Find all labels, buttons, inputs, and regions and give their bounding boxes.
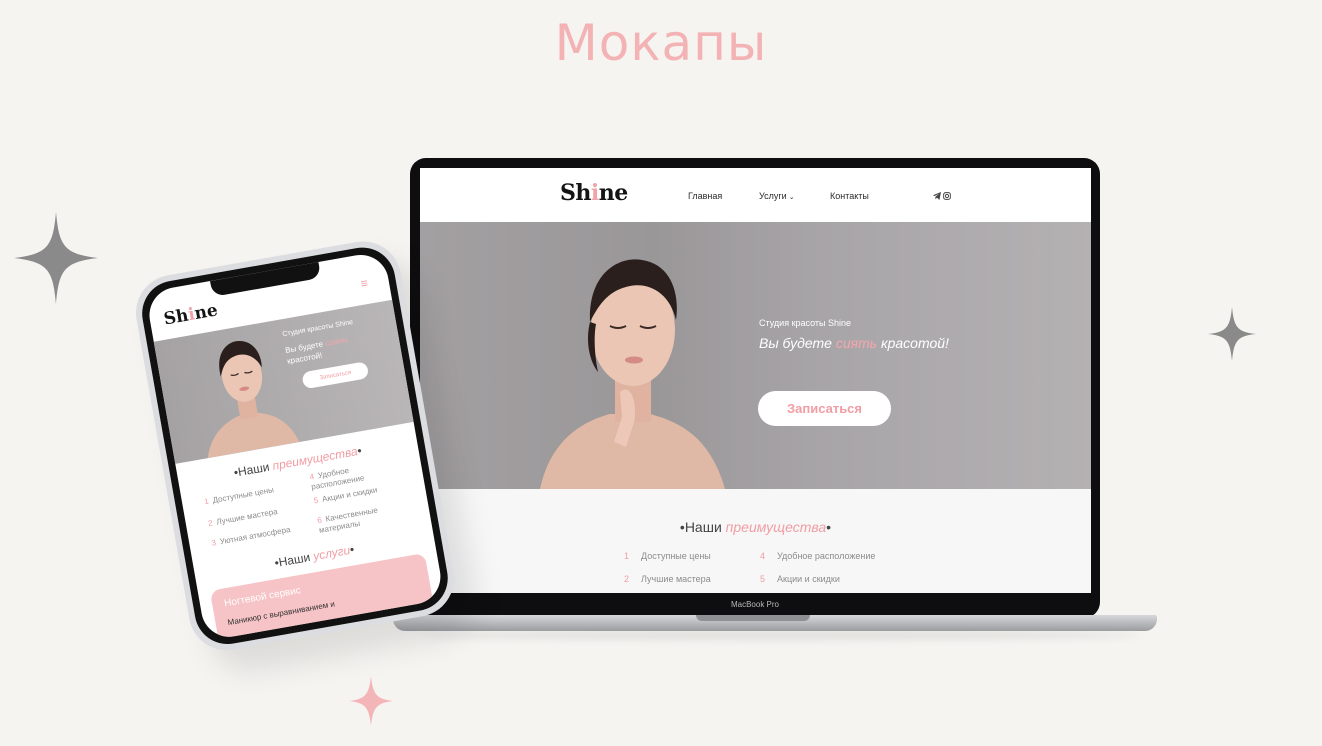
laptop-screen: Shine Главная Услуги ⌄ Контакты Студия кр… [420, 168, 1091, 593]
phone-signup-button[interactable]: Записаться [301, 361, 370, 390]
hero-banner: Студия красоты Shine Вы будете сиять кра… [420, 222, 1091, 489]
signup-button[interactable]: Записаться [758, 391, 891, 426]
phone-logo[interactable]: Shine [162, 300, 219, 329]
hero-photo [540, 259, 725, 489]
site-logo[interactable]: Shine [560, 180, 628, 206]
advantages-title: •Наши преимущества• [679, 519, 832, 535]
laptop-brand-label: MacBook Pro [730, 600, 780, 609]
instagram-icon[interactable] [943, 192, 951, 200]
advantage-item: 5 Акции и скидки [760, 574, 840, 584]
laptop-shadow [420, 630, 1140, 640]
page-title: Мокапы [554, 14, 768, 72]
hero-title: Вы будете сиять красотой! [759, 335, 949, 351]
advantage-item: 1 Доступные цены [203, 485, 275, 507]
advantage-item: 2 Лучшие мастера [624, 574, 711, 584]
telegram-icon[interactable] [933, 192, 941, 200]
advantage-item: 1 Доступные цены [624, 551, 711, 561]
sparkle-icon [1208, 307, 1256, 361]
sparkle-icon [349, 676, 393, 726]
nav-contacts[interactable]: Контакты [830, 191, 869, 201]
hero-subtitle: Студия красоты Shine [759, 318, 852, 328]
laptop-notch [696, 615, 810, 621]
chevron-down-icon: ⌄ [788, 194, 795, 201]
advantage-item: 6 Качественные материалы [316, 505, 379, 535]
menu-icon[interactable]: ≡ [360, 276, 369, 291]
advantage-item: 3 Уютная атмосфера [210, 524, 292, 548]
service-card-title: Ногтевой сервис [223, 585, 302, 610]
nav-home[interactable]: Главная [688, 191, 722, 201]
advantage-item: 4 Удобное расположение [760, 551, 876, 561]
sparkle-icon [14, 212, 98, 304]
nav-services[interactable]: Услуги ⌄ [759, 191, 795, 201]
site-header: Shine Главная Услуги ⌄ Контакты [420, 168, 1091, 222]
